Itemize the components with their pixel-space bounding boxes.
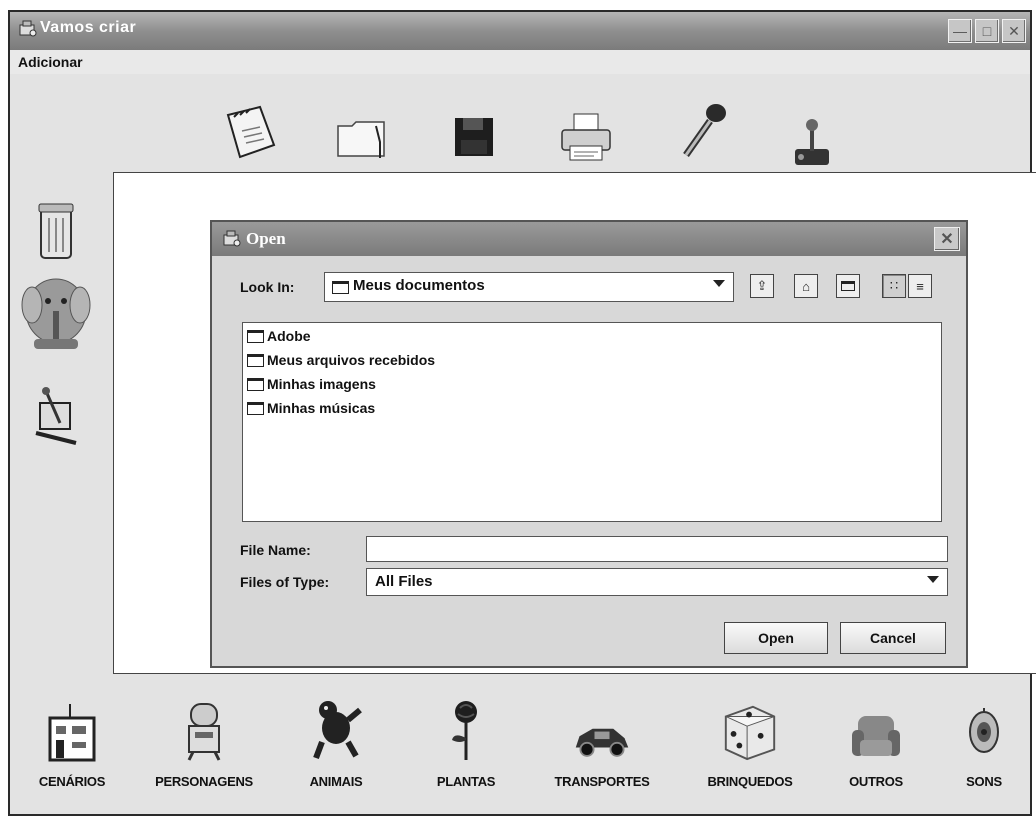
files-of-type-combo[interactable]: All Files xyxy=(366,568,948,596)
category-cenarios[interactable]: CENÁRIOS xyxy=(12,698,132,808)
menubar: Adicionar xyxy=(10,50,1030,74)
category-label: OUTROS xyxy=(849,774,903,789)
list-item[interactable]: Minhas imagens xyxy=(247,373,376,395)
window-title: Vamos criar xyxy=(40,19,137,36)
maximize-icon[interactable]: □ xyxy=(975,19,999,43)
speaker-icon xyxy=(954,698,1014,762)
new-folder-icon[interactable] xyxy=(836,274,860,298)
category-animais[interactable]: ANIMAIS xyxy=(276,698,396,808)
category-transportes[interactable]: TRANSPORTES xyxy=(542,698,662,808)
category-sons[interactable]: SONS xyxy=(924,698,1036,808)
category-label: PLANTAS xyxy=(436,774,496,789)
dialog-app-icon xyxy=(223,230,241,247)
open-folder-icon[interactable] xyxy=(330,108,394,166)
elephant-icon[interactable] xyxy=(20,270,92,356)
look-in-label: Look In: xyxy=(240,279,295,295)
joystick-icon[interactable] xyxy=(780,112,844,170)
category-plantas[interactable]: PLANTAS xyxy=(406,698,526,808)
armchair-icon xyxy=(846,698,906,762)
dialog-title: Open xyxy=(246,229,286,248)
window-titlebar[interactable]: Vamos criar — □ ✕ xyxy=(10,12,1030,50)
category-label: PERSONAGENS xyxy=(155,774,253,789)
file-name-label: File Name: xyxy=(240,542,311,558)
save-disk-icon[interactable] xyxy=(442,108,506,166)
trash-can-icon[interactable] xyxy=(20,188,92,274)
open-button[interactable]: Open xyxy=(724,622,828,654)
home-icon[interactable]: ⌂ xyxy=(794,274,818,298)
rose-icon xyxy=(436,698,496,762)
folder-icon xyxy=(247,401,264,415)
list-item[interactable]: Adobe xyxy=(247,325,311,347)
category-outros[interactable]: OUTROS xyxy=(816,698,936,808)
folder-icon xyxy=(247,353,264,367)
category-personagens[interactable]: PERSONAGENS xyxy=(144,698,264,808)
folder-icon xyxy=(247,329,264,343)
chevron-down-icon xyxy=(927,576,939,583)
dice-icon xyxy=(720,698,780,762)
details-view-icon[interactable]: ≡ xyxy=(908,274,932,298)
category-brinquedos[interactable]: BRINQUEDOS xyxy=(690,698,810,808)
dialog-close-icon[interactable]: ✕ xyxy=(934,227,960,251)
car-icon xyxy=(572,698,632,762)
new-notebook-icon[interactable] xyxy=(218,104,282,162)
list-item[interactable]: Minhas músicas xyxy=(247,397,375,419)
animal-icon xyxy=(306,698,366,762)
look-in-value: Meus documentos xyxy=(353,277,485,294)
look-in-combo[interactable]: Meus documentos xyxy=(324,272,734,302)
category-label: BRINQUEDOS xyxy=(707,774,793,789)
folder-icon xyxy=(247,377,264,391)
building-icon xyxy=(42,698,102,762)
files-of-type-value: All Files xyxy=(375,573,433,590)
folder-icon xyxy=(332,281,349,294)
app-icon xyxy=(19,20,37,37)
list-item[interactable]: Meus arquivos recebidos xyxy=(247,349,435,371)
category-label: ANIMAIS xyxy=(309,774,363,789)
menu-adicionar[interactable]: Adicionar xyxy=(18,54,83,70)
microphone-icon[interactable] xyxy=(672,102,736,160)
file-name: Meus arquivos recebidos xyxy=(267,352,436,368)
app-window: Vamos criar — □ ✕ Adicionar Open ✕ Look … xyxy=(8,10,1036,816)
list-view-icon[interactable]: ∷ xyxy=(882,274,906,298)
open-dialog: Open ✕ Look In: Meus documentos ⇪ ⌂ ∷ ≡ … xyxy=(210,220,968,668)
file-name: Adobe xyxy=(267,328,311,344)
print-icon[interactable] xyxy=(554,108,618,166)
file-name-field[interactable] xyxy=(366,536,948,562)
file-name: Minhas imagens xyxy=(267,376,376,392)
file-name: Minhas músicas xyxy=(267,400,376,416)
dialog-titlebar[interactable]: Open ✕ xyxy=(212,222,966,256)
chevron-down-icon xyxy=(713,280,725,287)
file-list[interactable]: Adobe Meus arquivos recebidos Minhas ima… xyxy=(242,322,942,522)
files-of-type-label: Files of Type: xyxy=(240,574,330,590)
tools-icon[interactable] xyxy=(20,372,92,458)
category-label: SONS xyxy=(966,774,1002,789)
up-one-level-icon[interactable]: ⇪ xyxy=(750,274,774,298)
category-label: CENÁRIOS xyxy=(38,774,106,789)
minimize-icon[interactable]: — xyxy=(948,19,972,43)
close-icon[interactable]: ✕ xyxy=(1002,19,1026,43)
cancel-button[interactable]: Cancel xyxy=(840,622,946,654)
robot-icon xyxy=(174,698,234,762)
category-label: TRANSPORTES xyxy=(554,774,650,789)
